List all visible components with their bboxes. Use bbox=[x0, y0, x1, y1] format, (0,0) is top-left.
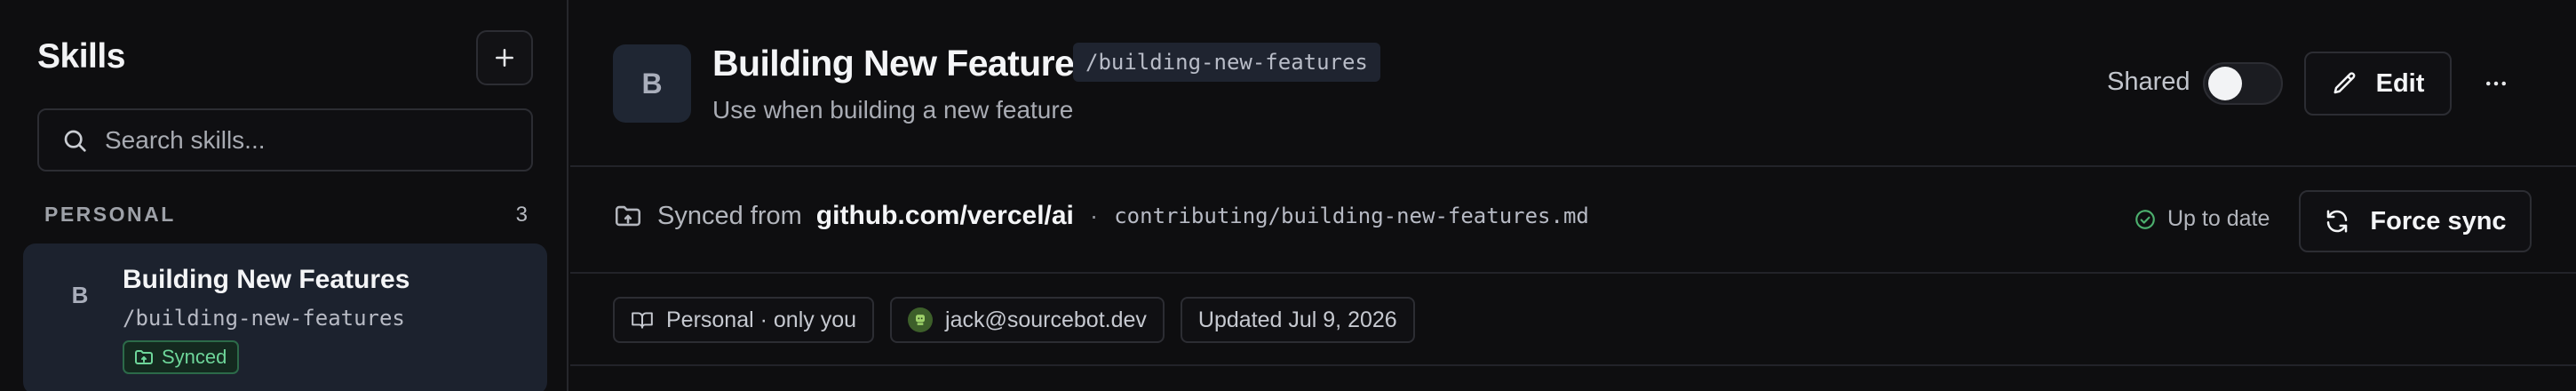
sync-file-path: contributing/building-new-features.md bbox=[1114, 203, 1589, 228]
divider bbox=[570, 272, 2576, 274]
slug-tag: /building-new-features bbox=[1073, 43, 1380, 82]
force-sync-label: Force sync bbox=[2370, 206, 2507, 235]
skill-name: Building New Features bbox=[123, 265, 410, 294]
edit-button[interactable]: Edit bbox=[2304, 52, 2452, 116]
skill-slug: /building-new-features bbox=[123, 306, 405, 331]
force-sync-button[interactable]: Force sync bbox=[2299, 190, 2532, 252]
more-horizontal-icon bbox=[2486, 81, 2506, 86]
divider bbox=[570, 364, 2576, 366]
skill-list-item[interactable]: B Building New Features /building-new-fe… bbox=[23, 243, 547, 391]
book-open-icon bbox=[632, 312, 653, 329]
check-circle-icon bbox=[2135, 209, 2155, 229]
search-input[interactable] bbox=[105, 125, 513, 155]
skill-description: Use when building a new feature bbox=[712, 96, 1074, 124]
skills-sidebar: Skills PERSONAL 3 B Building New Feature… bbox=[0, 0, 568, 391]
visibility-chip: Personal · only you bbox=[613, 297, 875, 343]
sync-status-label: Up to date bbox=[2167, 206, 2270, 231]
sync-status: Up to date bbox=[2134, 206, 2270, 232]
separator: · bbox=[1089, 202, 1099, 229]
section-personal: PERSONAL 3 bbox=[44, 203, 528, 227]
edit-button-label: Edit bbox=[2375, 68, 2425, 98]
synced-badge: Synced bbox=[123, 340, 240, 374]
section-label: PERSONAL bbox=[44, 203, 176, 226]
toggle-knob bbox=[2208, 67, 2242, 100]
page-title: Building New Features bbox=[712, 43, 1094, 84]
skill-avatar-large: B bbox=[613, 44, 691, 123]
sidebar-title: Skills bbox=[37, 37, 125, 76]
updated-chip: Updated Jul 9, 2026 bbox=[1180, 297, 1415, 343]
shared-toggle[interactable] bbox=[2203, 62, 2283, 105]
pencil-icon bbox=[2334, 72, 2355, 94]
updated-label: Updated Jul 9, 2026 bbox=[1197, 307, 1397, 332]
avatar bbox=[908, 307, 934, 332]
more-options-button[interactable] bbox=[2477, 64, 2516, 103]
section-count: 3 bbox=[515, 203, 528, 227]
divider bbox=[570, 165, 2576, 167]
shared-label: Shared bbox=[2107, 68, 2190, 96]
synced-badge-label: Synced bbox=[162, 346, 227, 368]
add-skill-button[interactable] bbox=[476, 30, 533, 85]
sync-repo-link[interactable]: github.com/vercel/ai bbox=[816, 201, 1074, 231]
refresh-icon bbox=[2327, 210, 2348, 233]
sync-prefix: Synced from bbox=[657, 201, 802, 230]
search-icon bbox=[64, 130, 86, 152]
folder-sync-icon bbox=[615, 205, 641, 227]
skill-avatar: B bbox=[71, 281, 89, 308]
visibility-label: Personal · only you bbox=[666, 307, 857, 332]
sync-info: Synced from github.com/vercel/ai · contr… bbox=[613, 201, 1589, 231]
owner-chip: jack@sourcebot.dev bbox=[890, 297, 1165, 343]
meta-row: Personal · only you jack@sourcebot.dev U… bbox=[613, 297, 1415, 343]
folder-sync-icon bbox=[135, 350, 153, 364]
owner-email: jack@sourcebot.dev bbox=[945, 307, 1147, 332]
search-box[interactable] bbox=[37, 108, 533, 172]
plus-icon bbox=[496, 49, 513, 67]
skill-detail: B Building New Features /building-new-fe… bbox=[570, 0, 2576, 391]
